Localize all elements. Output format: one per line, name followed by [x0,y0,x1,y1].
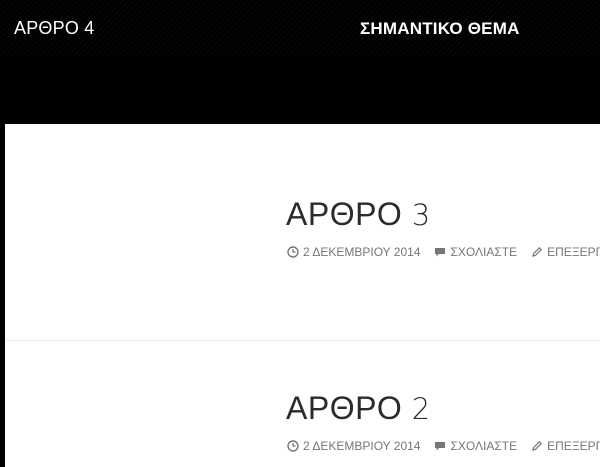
post-title-link[interactable]: ΑΡΘΡΟ 2 [286,390,431,427]
post-date-link[interactable]: 2 ΔΕΚΕΜΒΡΙΟΥ 2014 [287,439,420,453]
important-topic-heading[interactable]: ΣΗΜΑΝΤΙΚΟ ΘΕΜΑ [360,19,520,39]
post-title-number: 2 [411,392,431,426]
post-comments-label: ΣΧΟΛΙΑΣΤΕ [450,439,518,453]
featured-article-word: ΑΡΘΡΟ [14,18,80,38]
post-edit-link[interactable]: ΕΠΕΞΕΡΓ [531,245,600,259]
post-meta: 2 ΔΕΚΕΜΒΡΙΟΥ 2014 ΣΧΟΛΙΑΣΤΕ ΕΠΕΞΕΡΓ [287,244,600,260]
post-edit-link[interactable]: ΕΠΕΞΕΡΓ [531,439,600,453]
pencil-icon [531,440,543,452]
post-comments-link[interactable]: ΣΧΟΛΙΑΣΤΕ [434,439,517,453]
post-title-word: ΑΡΘΡΟ [286,390,403,426]
post-title-word: ΑΡΘΡΟ [286,196,403,232]
post-meta: 2 ΔΕΚΕΜΒΡΙΟΥ 2014 ΣΧΟΛΙΑΣΤΕ ΕΠΕΞΕΡΓ [287,438,600,454]
post-title-link[interactable]: ΑΡΘΡΟ 3 [286,196,431,233]
header-band [0,56,600,124]
speech-bubble-icon [434,246,446,258]
post-date-link[interactable]: 2 ΔΕΚΕΜΒΡΙΟΥ 2014 [287,245,420,259]
post-date: 2 ΔΕΚΕΜΒΡΙΟΥ 2014 [303,245,421,259]
post-comments-link[interactable]: ΣΧΟΛΙΑΣΤΕ [434,245,517,259]
post-edit-label: ΕΠΕΞΕΡΓ [547,245,600,259]
post-date: 2 ΔΕΚΕΜΒΡΙΟΥ 2014 [303,439,421,453]
post-divider [5,340,600,341]
post-comments-label: ΣΧΟΛΙΑΣΤΕ [450,245,518,259]
featured-article-link[interactable]: ΑΡΘΡΟ 4 [14,18,94,39]
pencil-icon [531,246,543,258]
clock-icon [287,246,299,258]
featured-article-number: 4 [84,18,95,38]
clock-icon [287,440,299,452]
speech-bubble-icon [434,440,446,452]
post-title-number: 3 [411,198,431,232]
post-edit-label: ΕΠΕΞΕΡΓ [547,439,600,453]
